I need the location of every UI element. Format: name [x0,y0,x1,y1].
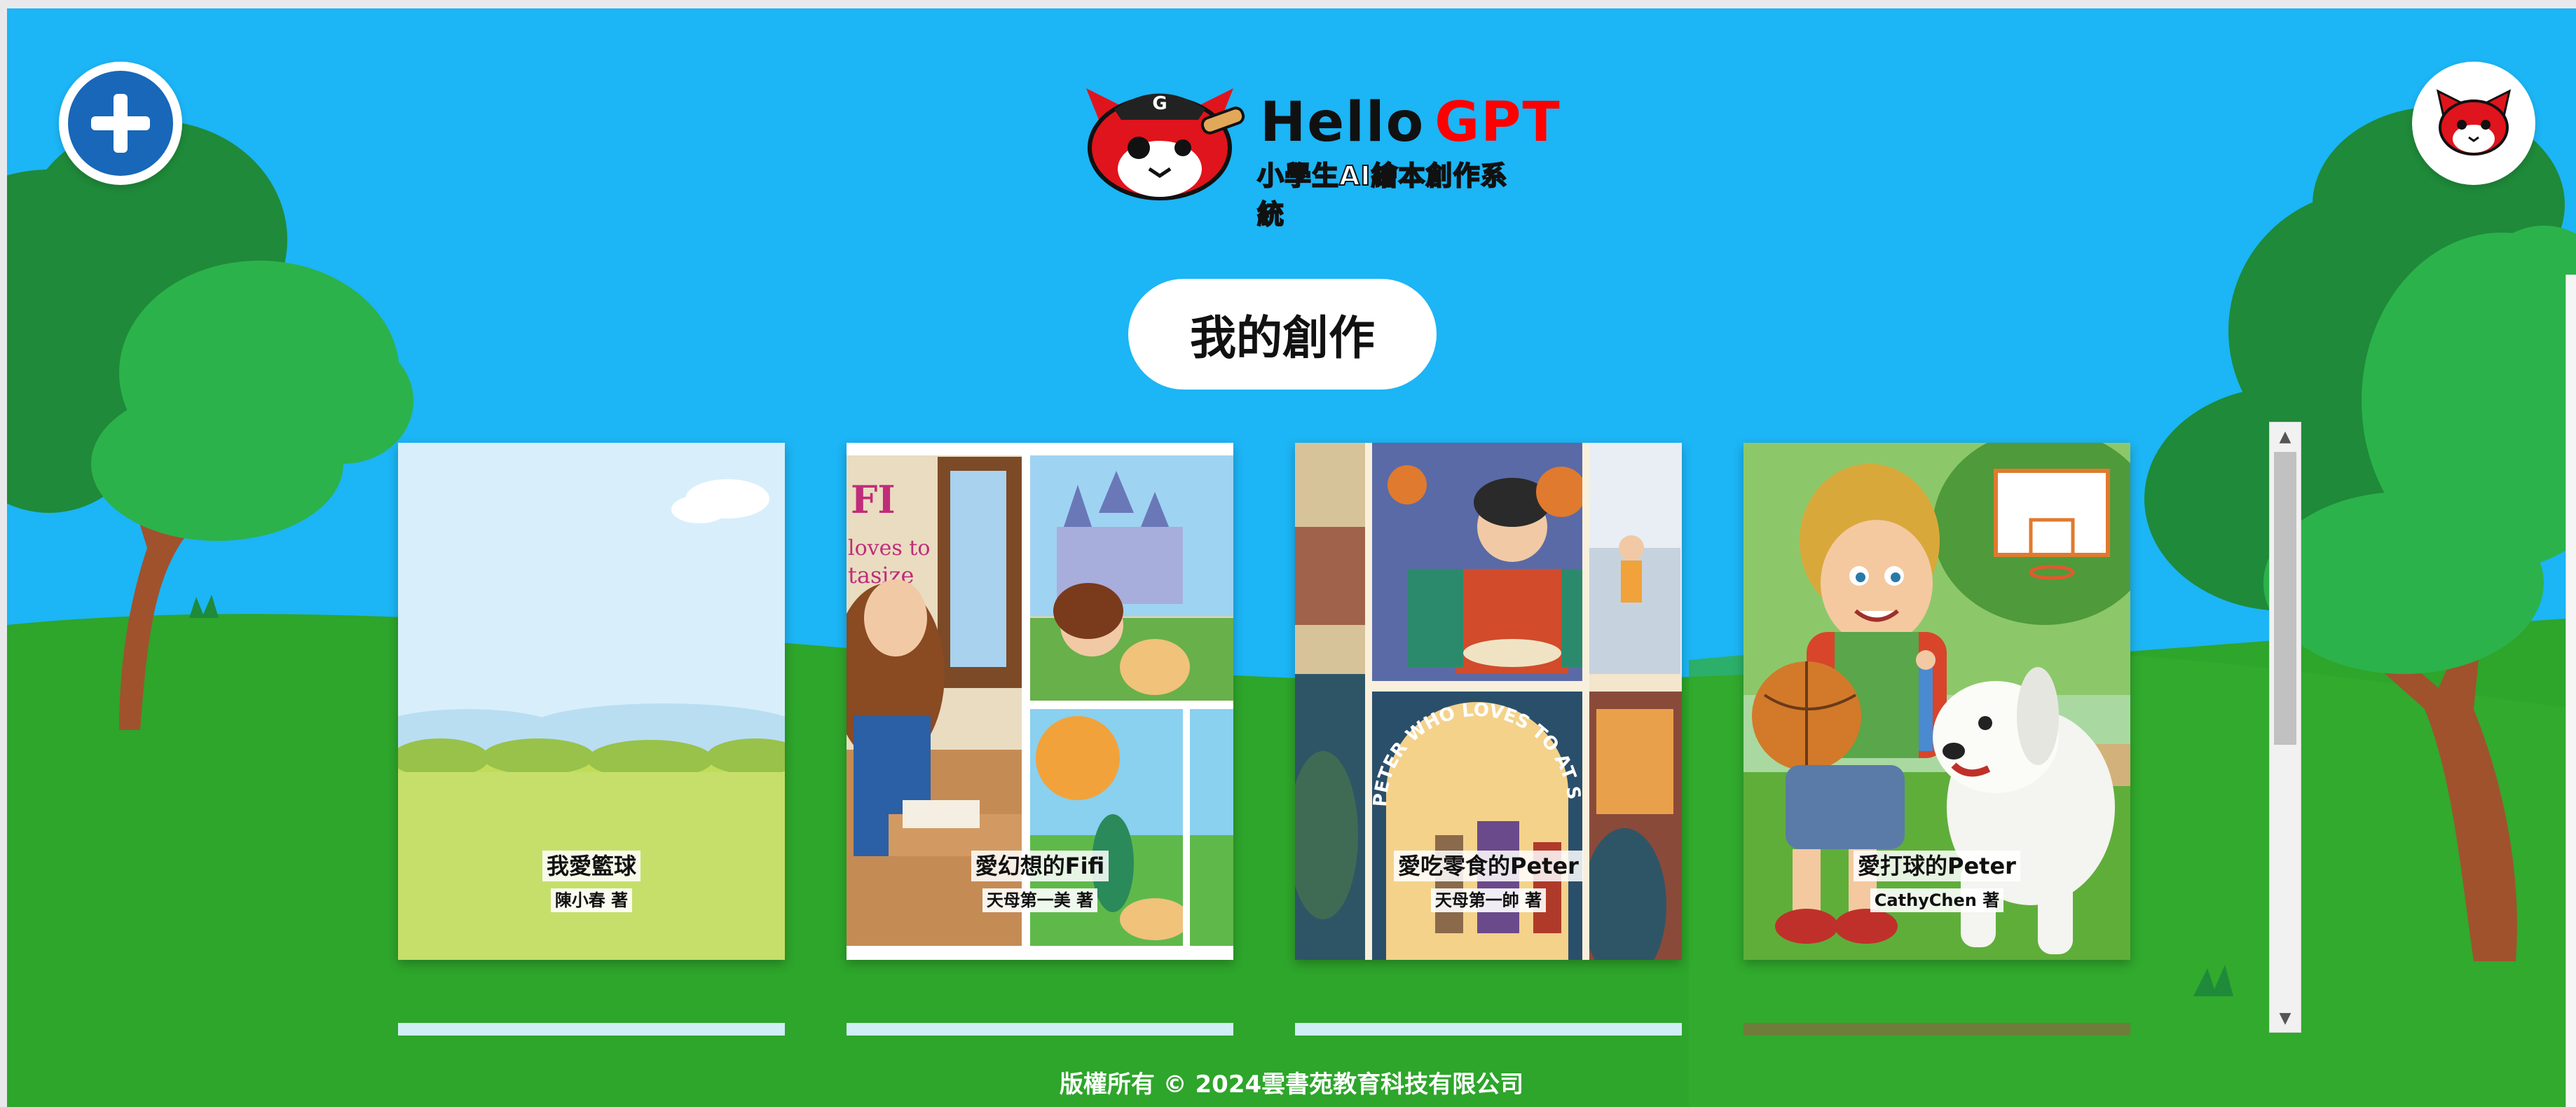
logo-title: Hello GPT [1260,91,1561,154]
book-title: 愛幻想的Fifi [971,851,1109,881]
red-cat-mascot-icon [2436,89,2512,156]
logo-subtitle: 小學生AI繪本創作系統 [1256,160,1508,231]
book-author: 天母第一美 著 [982,888,1098,912]
pirate-cat-logo-icon: G [1086,88,1245,200]
book-card[interactable]: 愛打球的Peter CathyChen 著 [1743,443,2130,960]
book-card-next-row[interactable] [398,1023,785,1036]
scroll-up-arrow-icon[interactable]: ▲ [2270,422,2301,451]
book-card[interactable]: 我愛籃球 陳小春 著 [398,443,785,960]
book-caption: 我愛籃球 陳小春 著 [398,851,785,912]
book-caption: 愛幻想的Fifi 天母第一美 著 [847,851,1233,912]
app-window: G Hello GPT 小學生AI繪本創作系統 我的創作 我愛籃球 陳小春 著 … [7,8,2576,1107]
scrollbar-thumb[interactable] [2274,452,2296,745]
book-title: 愛吃零食的Peter [1394,851,1583,881]
book-caption: 愛吃零食的Peter 天母第一帥 著 [1295,851,1682,912]
book-author: 天母第一帥 著 [1430,888,1547,912]
book-title: 愛打球的Peter [1854,851,2020,881]
book-card-next-row[interactable] [1743,1023,2130,1036]
book-grid-scrollbar[interactable]: ▲ ▼ [2269,422,2301,1033]
book-title: 我愛籃球 [542,851,640,881]
cover-text-fi: FI [851,477,896,522]
page-scrollbar[interactable] [2565,275,2576,1107]
page-title: 我的創作 [1128,279,1437,390]
svg-text:G: G [1152,93,1167,114]
book-author: 陳小春 著 [550,888,633,912]
book-card-next-row[interactable] [847,1023,1233,1036]
book-card[interactable]: FI loves to tasize 愛幻想的Fifi 天母第一美 著 [847,443,1233,960]
user-avatar-button[interactable] [2412,62,2535,185]
book-caption: 愛打球的Peter CathyChen 著 [1743,851,2130,912]
book-card-next-row[interactable] [1295,1023,1682,1036]
footer-copyright: 版權所有 © 2024雲書苑教育科技有限公司 [1059,1071,1524,1099]
plus-icon [68,71,173,176]
cover-text-loves: loves to [848,536,930,561]
app-logo[interactable]: G Hello GPT 小學生AI繪本創作系統 [1072,81,1560,231]
book-card[interactable]: PETER WHO LOVES TO AT SNACKS 愛吃零食的Peter … [1295,443,1682,960]
scroll-down-arrow-icon[interactable]: ▼ [2270,1004,2301,1032]
add-book-button[interactable] [59,62,182,185]
book-author: CathyChen 著 [1870,888,2004,912]
